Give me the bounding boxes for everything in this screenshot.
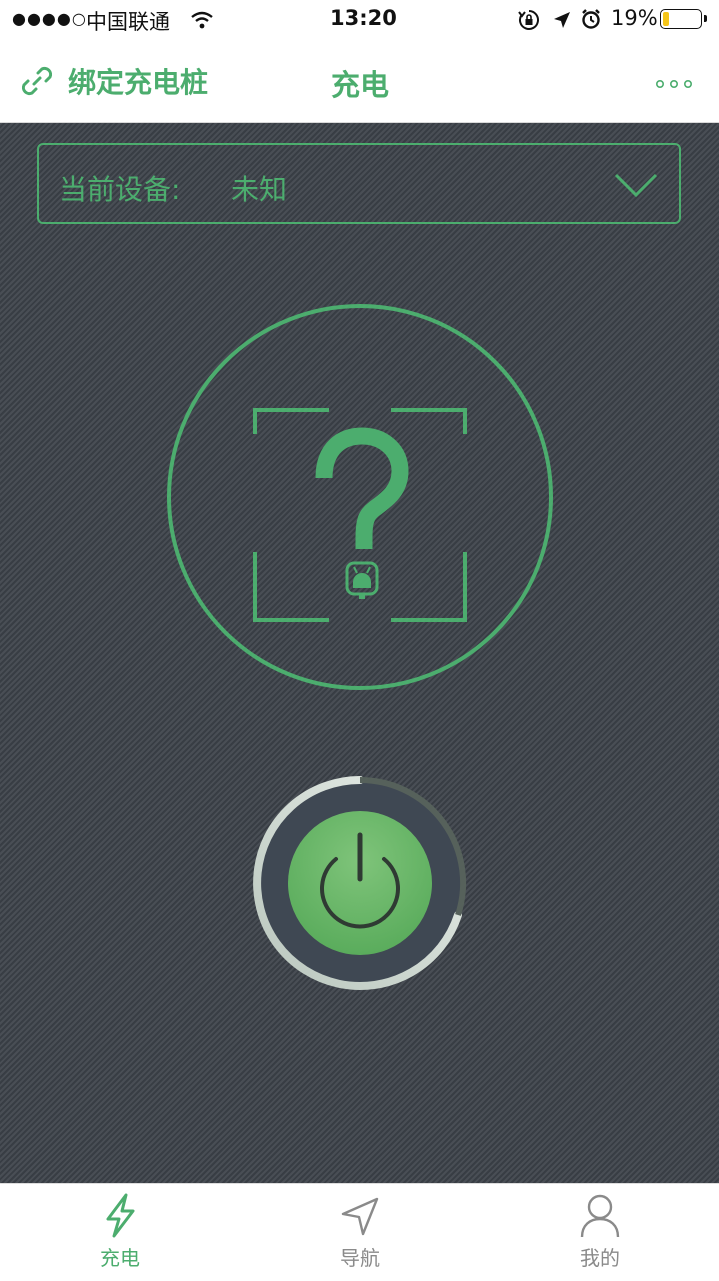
link-icon (21, 66, 53, 96)
alarm-icon (582, 9, 600, 29)
rotation-lock-icon (518, 10, 539, 30)
scan-device-button[interactable] (166, 303, 554, 691)
bind-charger-button[interactable]: 绑定充电桩 (18, 60, 208, 102)
power-button[interactable] (252, 775, 468, 991)
wifi-icon (191, 11, 213, 29)
tab-navigation-label: 导航 (340, 1246, 380, 1270)
question-mark-icon (315, 427, 409, 549)
navigation-arrow-icon (341, 1197, 379, 1236)
charging-panel: 当前设备: 未知 (0, 123, 719, 1183)
device-selector[interactable]: 当前设备: 未知 (37, 143, 681, 224)
tab-profile-label: 我的 (580, 1246, 620, 1270)
battery-percent: 19% (611, 6, 658, 30)
clock: 13:20 (330, 6, 397, 30)
status-bar: ●●●●○ 中国联通 13:20 19% (0, 0, 719, 40)
bind-charger-label: 绑定充电桩 (68, 66, 209, 99)
lightning-icon (106, 1193, 135, 1238)
chevron-down-icon (614, 173, 658, 198)
tab-charging-label: 充电 (100, 1246, 140, 1270)
tab-profile[interactable]: 我的 (480, 1184, 719, 1281)
user-icon (580, 1194, 620, 1238)
battery-fill (663, 12, 669, 26)
battery-icon (660, 9, 707, 29)
location-arrow-icon (554, 12, 570, 28)
page-title: 充电 (330, 68, 389, 102)
more-options-icon[interactable] (654, 76, 698, 92)
signal-strength: ●●●●○ (12, 9, 87, 28)
charger-plug-icon (345, 561, 379, 599)
tab-bar: 充电 导航 我的 (0, 1183, 719, 1281)
battery-tip (704, 15, 707, 22)
tab-charging[interactable]: 充电 (0, 1184, 240, 1281)
carrier-name: 中国联通 (86, 10, 170, 34)
device-value: 未知 (231, 173, 288, 206)
device-label: 当前设备: (59, 173, 181, 206)
tab-navigation[interactable]: 导航 (240, 1184, 480, 1281)
nav-bar: 绑定充电桩 充电 (0, 40, 719, 123)
scan-ring (167, 304, 553, 690)
